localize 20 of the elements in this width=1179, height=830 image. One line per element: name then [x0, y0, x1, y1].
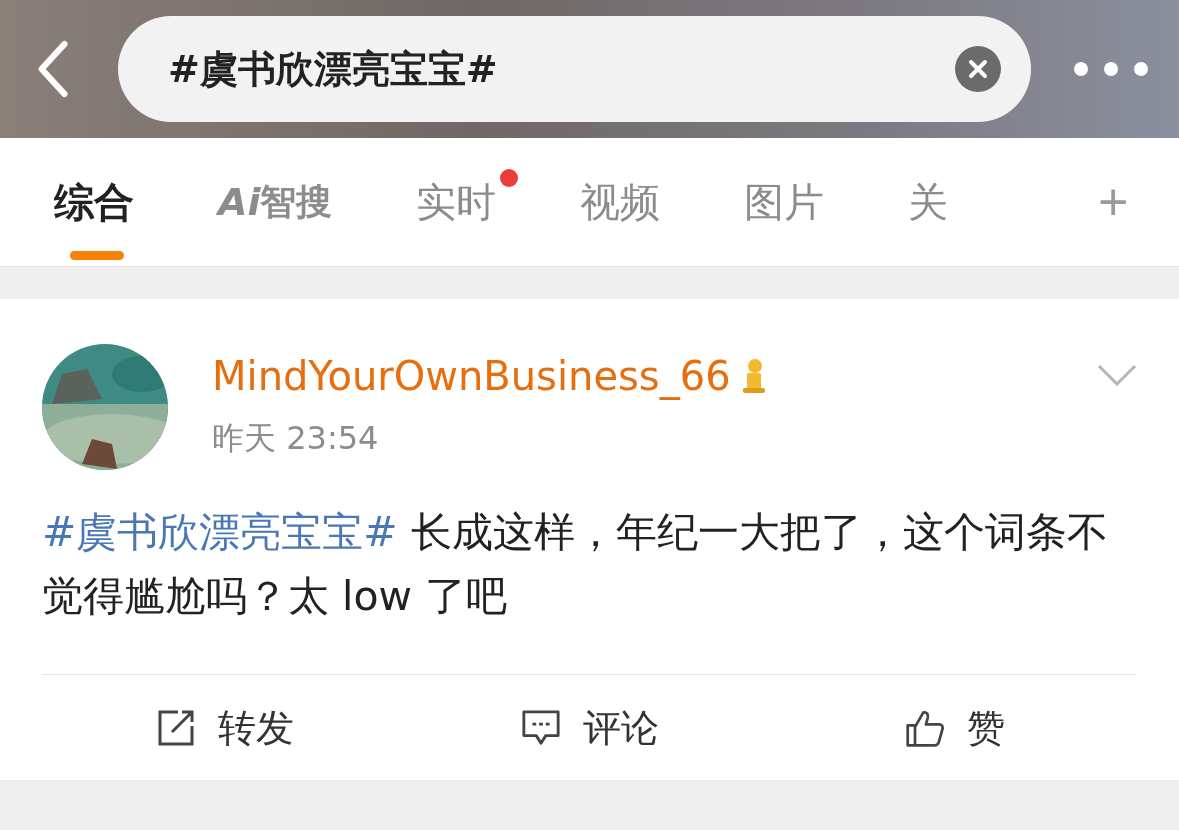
like-button[interactable]: 赞	[772, 675, 1137, 781]
post-time: 昨天 23:54	[212, 418, 380, 459]
clear-icon[interactable]	[955, 46, 1001, 92]
tab[interactable]: 图片	[744, 174, 825, 230]
username[interactable]: MindYourOwnBusiness_66	[212, 353, 1053, 399]
tab-indicator	[70, 250, 124, 260]
more-icon[interactable]	[1073, 61, 1149, 77]
tab[interactable]: 关	[908, 174, 949, 230]
tab[interactable]: 实时	[416, 174, 497, 230]
hashtag-link[interactable]: #虞书欣漂亮宝宝#	[42, 508, 398, 556]
repost-button[interactable]: 转发	[42, 675, 407, 781]
comment-icon	[520, 708, 561, 748]
post-text: #虞书欣漂亮宝宝# 长成这样，年纪一大把了，这个词条不觉得尴尬吗？太 low 了吧	[42, 507, 1109, 622]
thumbs-up-icon	[904, 708, 945, 748]
back-icon[interactable]	[36, 40, 70, 98]
search-field[interactable]: #虞书欣漂亮宝宝#	[118, 16, 1031, 122]
add-tab-button[interactable]: +	[1098, 176, 1129, 228]
tab[interactable]: 综合	[54, 174, 134, 230]
comment-button[interactable]: 评论	[407, 675, 772, 781]
tab[interactable]: 视频	[580, 174, 661, 230]
